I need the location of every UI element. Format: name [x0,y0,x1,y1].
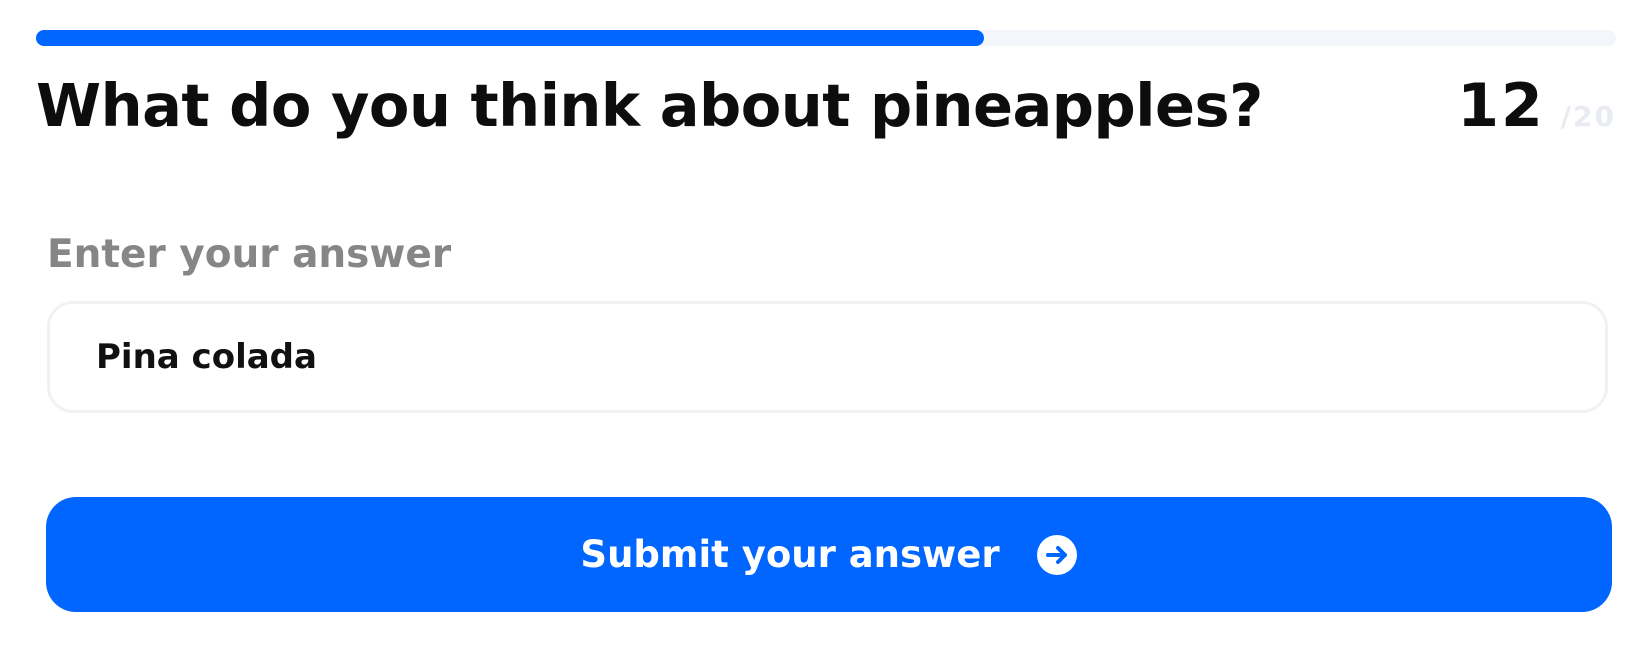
submit-button[interactable]: Submit your answer [46,497,1612,612]
counter-current: 12 [1457,71,1545,141]
question-header: What do you think about pineapples? 12/2… [36,66,1616,146]
progress-bar [36,30,1616,46]
answer-input[interactable] [47,301,1608,413]
question-counter: 12/20 [1457,66,1616,161]
arrow-right-circle-icon [1036,534,1078,576]
question-title: What do you think about pineapples? [36,71,1263,140]
progress-bar-fill [36,30,984,46]
answer-label: Enter your answer [47,232,452,277]
counter-total: /20 [1560,100,1616,133]
submit-button-label: Submit your answer [580,533,1000,576]
